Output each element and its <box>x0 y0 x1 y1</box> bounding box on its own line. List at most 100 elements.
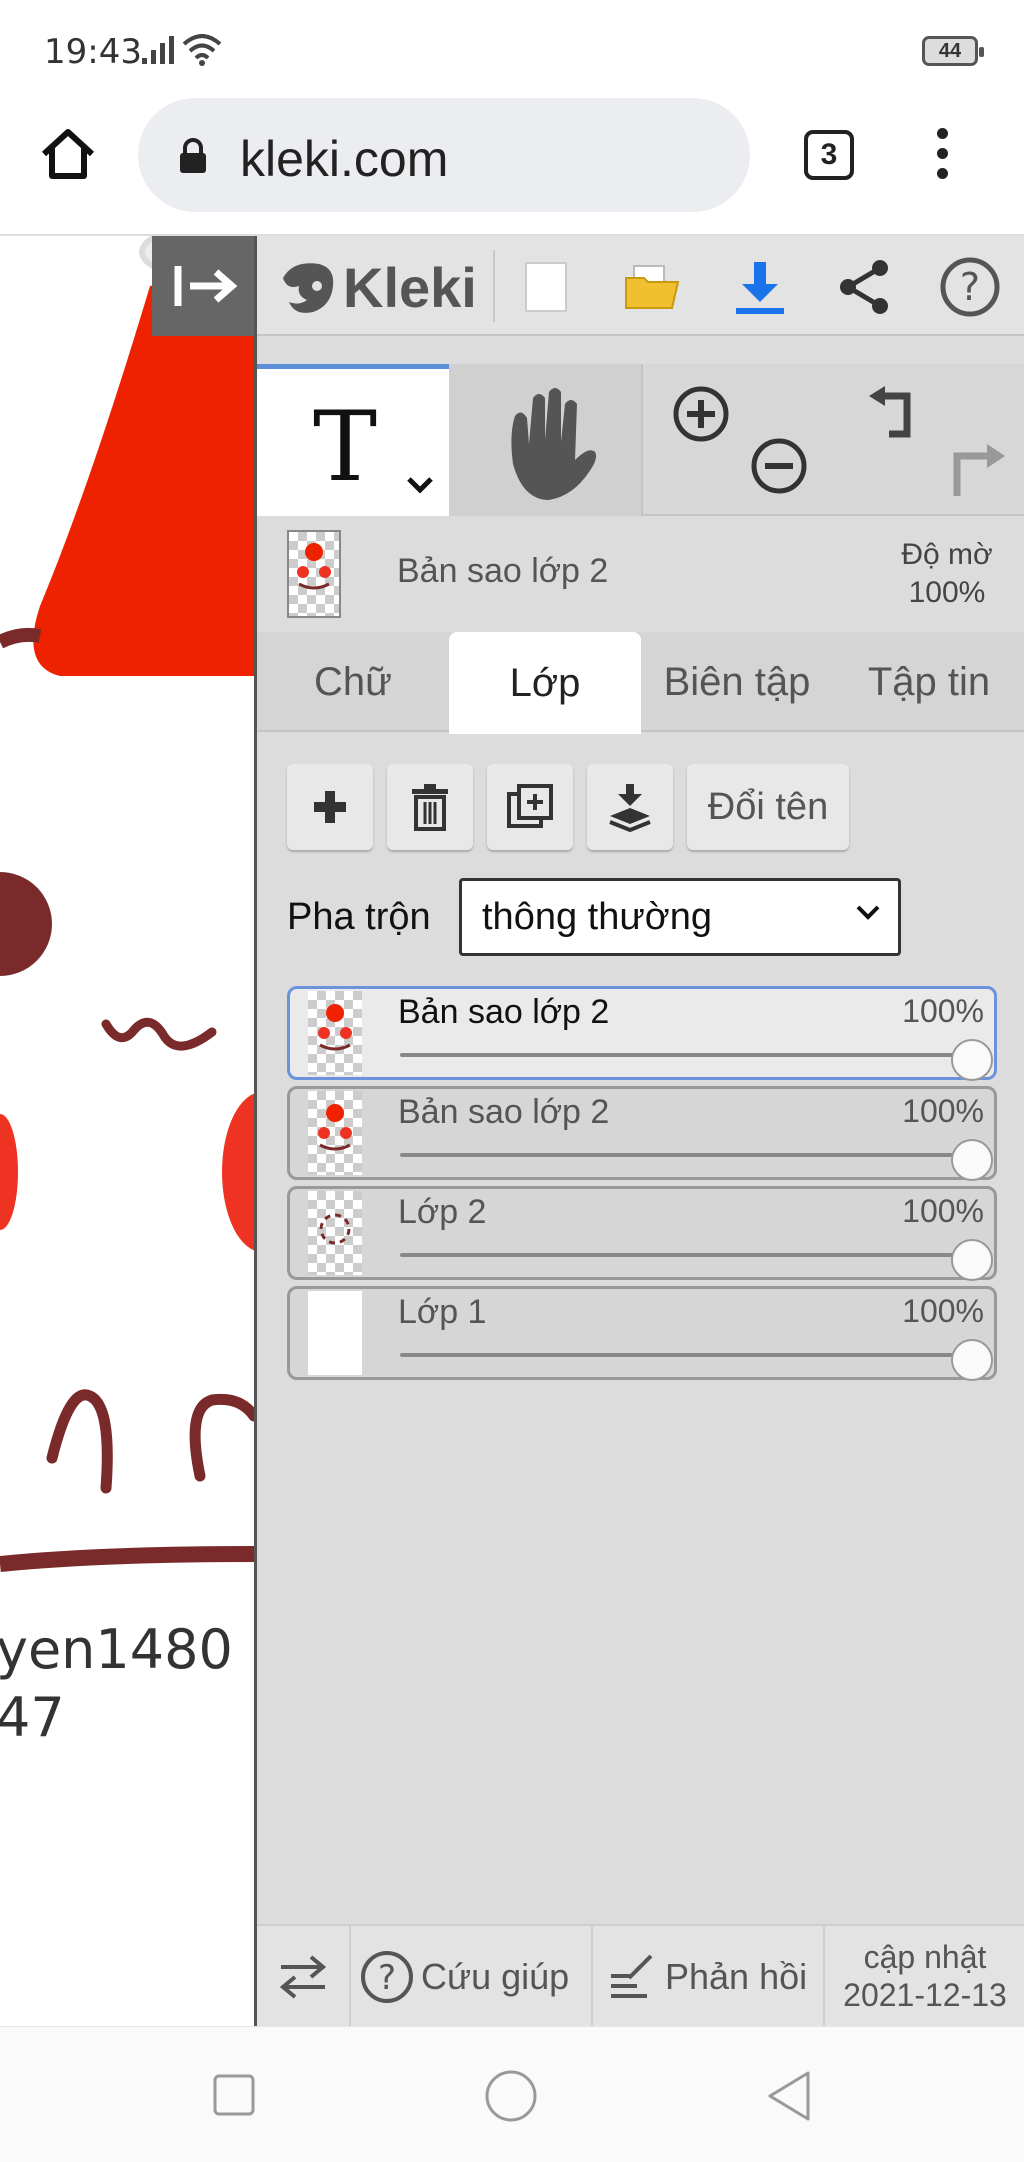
zoom-controls <box>643 364 835 516</box>
layer-name: Bản sao lớp 2 <box>398 993 610 1031</box>
slider-knob[interactable] <box>951 1339 993 1381</box>
tool-row: T <box>257 364 1024 516</box>
kleki-logo[interactable]: Kleki <box>277 252 477 322</box>
feedback-label: Phản hồi <box>665 1956 808 1997</box>
active-layer-info: Bản sao lớp 2 Độ mờ 100% <box>257 518 1024 624</box>
slider-knob[interactable] <box>951 1239 993 1281</box>
duplicate-layer-button[interactable] <box>487 764 573 850</box>
signal-icon <box>142 36 174 64</box>
panel-tabs: Chữ Lớp Biên tập Tập tin <box>257 632 1024 734</box>
swap-arrows-icon <box>279 1955 327 1999</box>
footer-divider <box>349 1926 351 2028</box>
canvas-drawing <box>0 236 256 1572</box>
canvas-text-line-2: 47 <box>0 1686 65 1749</box>
url-text: kleki.com <box>240 131 449 187</box>
layer-opacity-slider[interactable] <box>400 1153 978 1157</box>
topbar-divider <box>493 250 495 322</box>
slider-knob[interactable] <box>951 1139 993 1181</box>
active-layer-opacity[interactable]: Độ mờ 100% <box>877 536 1017 612</box>
update-label: cập nhật <box>863 1939 987 1975</box>
app-topbar: Kleki ? <box>257 236 1024 336</box>
layer-item[interactable]: Bản sao lớp 2 100% <box>287 986 997 1081</box>
recents-icon[interactable] <box>212 2073 256 2117</box>
lock-icon <box>180 138 206 173</box>
trash-icon <box>412 784 448 831</box>
add-layer-button[interactable] <box>287 764 373 850</box>
plus-icon <box>314 791 346 823</box>
layer-item[interactable]: Lớp 1 100% <box>287 1286 997 1381</box>
opacity-value: 100% <box>908 576 986 609</box>
layer-thumbnail <box>308 1091 362 1175</box>
layer-thumbnail <box>308 1291 362 1375</box>
share-icon[interactable] <box>831 254 897 320</box>
layer-opacity: 100% <box>902 1093 984 1129</box>
collapse-panel-button[interactable] <box>152 236 254 336</box>
layer-item[interactable]: Lớp 2 100% <box>287 1186 997 1281</box>
tab-layers[interactable]: Lớp <box>449 632 641 734</box>
tab-switcher-button[interactable]: 3 <box>804 130 854 180</box>
help-label: Cứu giúp <box>421 1956 570 1997</box>
tab-text[interactable]: Chữ <box>257 632 449 732</box>
merge-layer-button[interactable] <box>587 764 673 850</box>
address-bar[interactable]: kleki.com <box>138 98 750 212</box>
rename-layer-button[interactable]: Đổi tên <box>687 764 849 850</box>
layer-thumbnail <box>308 1191 362 1275</box>
layer-opacity-slider[interactable] <box>400 1353 978 1357</box>
tab-count: 3 <box>820 138 838 171</box>
tool-panel: Kleki ? T Bản sao lớp 2 Độ mờ 100% Chữ L… <box>254 236 1024 2028</box>
active-layer-thumbnail <box>287 530 341 618</box>
tab-file[interactable]: Tập tin <box>833 632 1024 732</box>
zoom-out-icon[interactable] <box>749 436 809 496</box>
update-info[interactable]: cập nhật 2021-12-13 <box>827 1938 1023 2014</box>
home-icon[interactable] <box>36 122 100 186</box>
tab-edit[interactable]: Biên tập <box>641 632 833 732</box>
feedback-button[interactable]: Phản hồi <box>607 1926 807 2028</box>
redo-icon[interactable] <box>945 440 1009 500</box>
back-icon[interactable] <box>764 2069 814 2123</box>
svg-text:?: ? <box>378 1958 396 1998</box>
panel-footer: ? Cứu giúp Phản hồi cập nhật 2021-12-13 <box>257 1924 1024 2028</box>
hand-tool-button[interactable] <box>449 364 641 516</box>
layer-opacity: 100% <box>902 993 984 1029</box>
history-controls <box>835 364 1024 516</box>
merge-down-icon <box>609 784 651 832</box>
collapse-arrow-icon <box>174 266 238 306</box>
home-nav-icon[interactable] <box>484 2069 538 2123</box>
blend-mode-label: Pha trộn <box>287 896 431 938</box>
swap-side-button[interactable] <box>277 1926 329 2028</box>
undo-icon[interactable] <box>865 384 929 442</box>
browser-toolbar: kleki.com 3 <box>0 92 1024 236</box>
blend-mode-value: thông thường <box>482 896 712 938</box>
layer-item[interactable]: Bản sao lớp 2 100% <box>287 1086 997 1181</box>
chevron-down-icon <box>856 905 880 920</box>
browser-menu-icon[interactable] <box>930 128 954 184</box>
help-icon: ? <box>361 1951 413 2003</box>
layer-opacity: 100% <box>902 1293 984 1329</box>
delete-layer-button[interactable] <box>387 764 473 850</box>
canvas-text-line-1: yen1480 <box>0 1618 233 1681</box>
slider-knob[interactable] <box>951 1039 993 1081</box>
footer-divider <box>591 1926 593 2028</box>
battery-level: 44 <box>938 40 962 62</box>
help-button[interactable]: ? Cứu giúp <box>359 1926 569 2028</box>
layer-opacity-slider[interactable] <box>400 1253 978 1257</box>
zoom-in-icon[interactable] <box>671 384 731 444</box>
blend-mode-select[interactable]: thông thường <box>459 878 901 956</box>
active-layer-name: Bản sao lớp 2 <box>397 552 609 590</box>
update-date: 2021-12-13 <box>843 1977 1007 2013</box>
help-icon[interactable]: ? <box>937 254 1003 320</box>
chevron-down-icon[interactable] <box>405 475 435 495</box>
new-image-icon[interactable] <box>513 254 579 320</box>
status-time: 19:43 <box>44 32 142 72</box>
layer-thumbnail <box>308 991 362 1075</box>
download-icon[interactable] <box>727 254 793 320</box>
canvas-watermark-text: yen1480 47 <box>0 1616 233 1752</box>
text-tool-icon: T <box>313 391 378 503</box>
layer-opacity-slider[interactable] <box>400 1053 978 1057</box>
footer-divider <box>823 1926 825 2028</box>
hand-icon <box>511 388 597 500</box>
system-navigation-bar <box>0 2026 1024 2162</box>
text-tool-button[interactable]: T <box>257 364 449 516</box>
drawing-canvas[interactable]: yen1480 47 <box>0 236 256 2026</box>
open-folder-icon[interactable] <box>619 254 685 320</box>
